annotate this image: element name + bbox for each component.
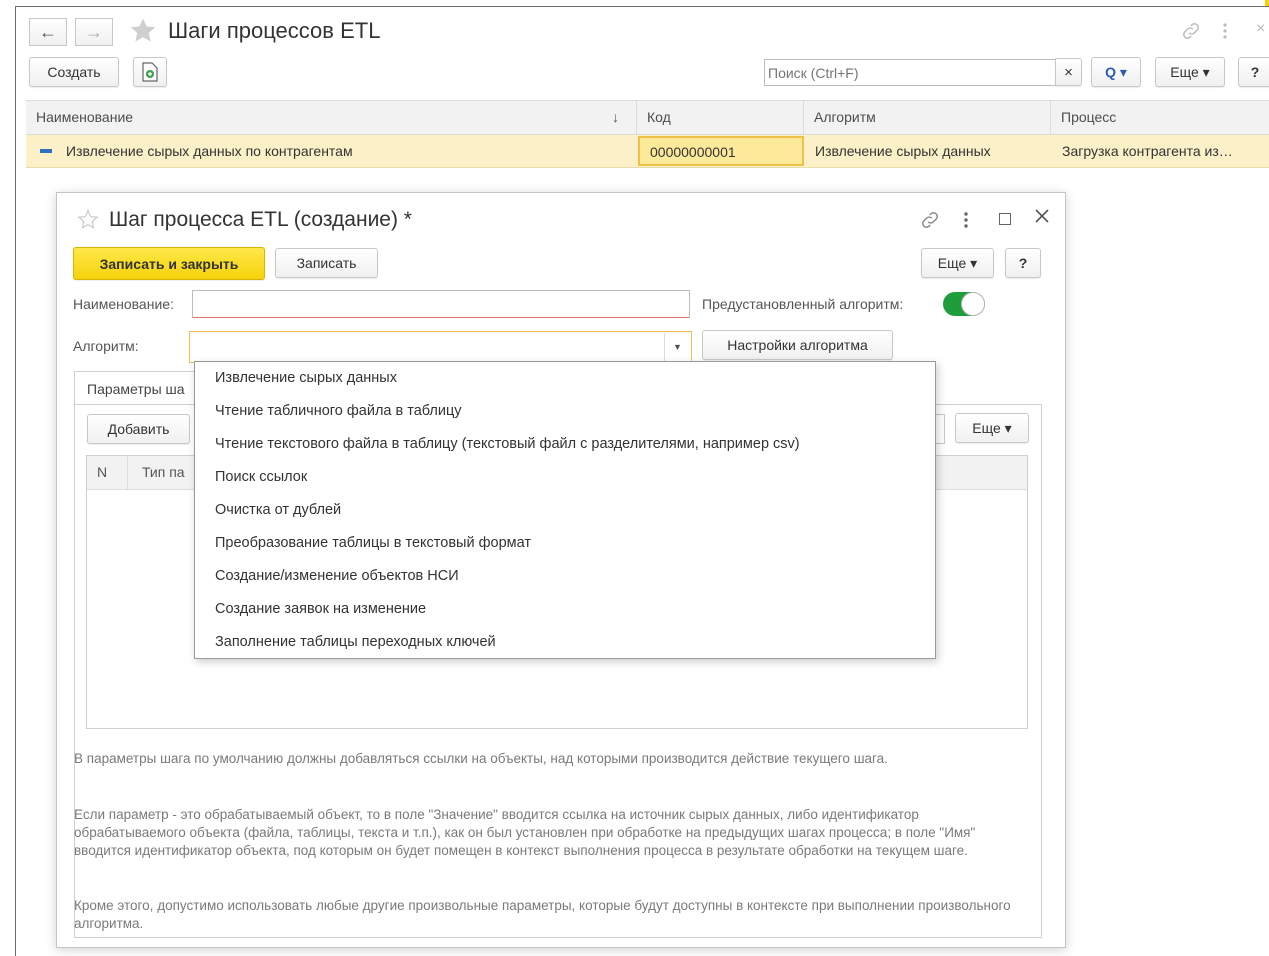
predefined-label: Предустановленный алгоритм:: [702, 296, 904, 312]
hint-paragraph-3: Кроме этого, допустимо использовать любы…: [74, 898, 1011, 931]
link-icon[interactable]: [1180, 20, 1202, 42]
algorithm-dropdown-list: Извлечение сырых данных Чтение табличног…: [194, 361, 936, 659]
list-item[interactable]: Создание/изменение объектов НСИ: [215, 568, 459, 584]
back-button[interactable]: ←: [29, 18, 67, 46]
magnifier-icon: Q ▾: [1105, 63, 1127, 80]
list-item[interactable]: Поиск ссылок: [215, 469, 307, 485]
more-button[interactable]: Еще ▾: [1155, 57, 1225, 87]
algorithm-settings-button[interactable]: Настройки алгоритма: [702, 330, 893, 360]
column-header-code[interactable]: Код: [637, 101, 804, 134]
predefined-toggle[interactable]: [943, 292, 985, 316]
list-item[interactable]: Заполнение таблицы переходных ключей: [215, 634, 496, 650]
add-button[interactable]: Добавить: [87, 414, 190, 444]
name-label: Наименование:: [73, 296, 174, 312]
table-row[interactable]: Извлечение сырых данных по контрагентам …: [26, 135, 1269, 168]
save-button[interactable]: Записать: [275, 248, 378, 278]
favorite-star-icon[interactable]: [128, 16, 158, 46]
help-button[interactable]: ?: [1005, 248, 1041, 278]
close-icon[interactable]: [1033, 207, 1051, 225]
list-item[interactable]: Извлечение сырых данных: [215, 370, 397, 386]
row-process: Загрузка контрагента из…: [1062, 143, 1233, 159]
column-header-type[interactable]: Тип па: [142, 464, 185, 480]
row-code[interactable]: 00000000001: [638, 136, 804, 166]
save-and-close-button[interactable]: Записать и закрыть: [73, 247, 265, 280]
column-divider: [127, 456, 128, 490]
window-border-left: [15, 6, 16, 956]
maximize-icon[interactable]: [999, 213, 1011, 225]
more-button[interactable]: Еще ▾: [921, 248, 994, 278]
group-item-icon: [40, 149, 52, 153]
more-vertical-icon[interactable]: [961, 209, 971, 231]
more-vertical-icon[interactable]: [1220, 20, 1230, 42]
toggle-knob: [961, 292, 985, 316]
column-header-n[interactable]: N: [97, 464, 107, 480]
page-title: Шаги процессов ETL: [168, 18, 381, 43]
name-field[interactable]: [192, 290, 690, 318]
column-header-name[interactable]: Наименование: [26, 101, 637, 134]
list-item[interactable]: Создание заявок на изменение: [215, 601, 426, 617]
hint-paragraph-2: Если параметр - это обрабатываемый объек…: [74, 807, 976, 858]
link-icon[interactable]: [919, 209, 941, 231]
corner-accent: [1265, 0, 1269, 6]
close-icon[interactable]: ×: [1256, 20, 1265, 38]
favorite-star-icon[interactable]: [77, 209, 99, 231]
list-item[interactable]: Чтение текстового файла в таблицу (текст…: [215, 436, 800, 452]
list-item[interactable]: Очистка от дублей: [215, 502, 341, 518]
window-border-top: [15, 6, 1269, 7]
grid-header: Наименование ↓ Код Алгоритм Процесс: [26, 100, 1269, 135]
document-export-icon: [142, 62, 158, 82]
table-more-button[interactable]: Еще ▾: [955, 413, 1029, 443]
arrow-left-icon: ←: [39, 21, 57, 42]
create-button[interactable]: Создать: [29, 57, 119, 87]
hint-paragraph-1: В параметры шага по умолчанию должны доб…: [74, 751, 888, 766]
help-button[interactable]: ?: [1238, 57, 1269, 87]
column-header-algorithm[interactable]: Алгоритм: [804, 101, 1051, 134]
sort-arrow-icon: ↓: [612, 109, 619, 125]
row-algorithm: Извлечение сырых данных: [815, 143, 991, 159]
list-item[interactable]: Чтение табличного файла в таблицу: [215, 403, 462, 419]
search-button[interactable]: Q ▾: [1091, 57, 1141, 87]
search-input[interactable]: [764, 59, 1057, 86]
dropdown-arrow-icon[interactable]: ▼: [664, 333, 690, 361]
export-button[interactable]: [133, 57, 167, 87]
row-name: Извлечение сырых данных по контрагентам: [66, 143, 353, 159]
column-header-process[interactable]: Процесс: [1051, 101, 1269, 134]
dialog-title: Шаг процесса ETL (создание) *: [109, 208, 412, 231]
algorithm-field[interactable]: [189, 331, 692, 363]
clear-search-button[interactable]: ×: [1055, 58, 1082, 86]
algorithm-label: Алгоритм:: [73, 338, 139, 354]
arrow-right-icon: →: [85, 21, 103, 42]
list-item[interactable]: Преобразование таблицы в текстовый форма…: [215, 535, 531, 551]
tab-params[interactable]: Параметры ша: [74, 371, 204, 405]
forward-button[interactable]: →: [75, 18, 113, 46]
